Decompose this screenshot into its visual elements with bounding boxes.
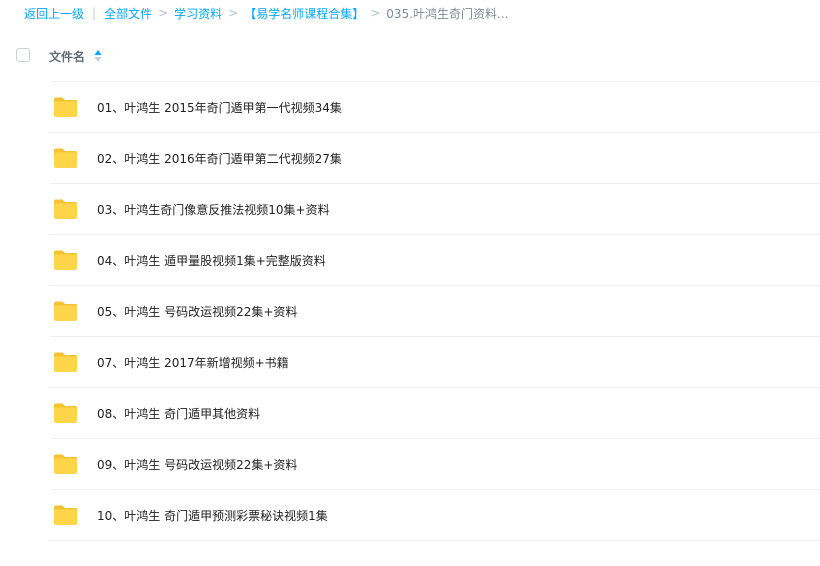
file-row[interactable]: 08、叶鸿生 奇门遁甲其他资料 xyxy=(0,388,820,439)
file-name[interactable]: 05、叶鸿生 号码改运视频22集+资料 xyxy=(97,303,297,320)
column-header-filename[interactable]: 文件名 xyxy=(49,48,85,65)
file-row[interactable]: 02、叶鸿生 2016年奇门遁甲第二代视频27集 xyxy=(0,133,820,184)
file-row[interactable]: 07、叶鸿生 2017年新增视频+书籍 xyxy=(0,337,820,388)
sort-icon[interactable] xyxy=(94,49,102,63)
folder-icon xyxy=(54,301,77,321)
file-name[interactable]: 01、叶鸿生 2015年奇门遁甲第一代视频34集 xyxy=(97,99,342,116)
chevron-right-icon: > xyxy=(370,6,381,20)
folder-icon xyxy=(54,454,77,474)
folder-icon xyxy=(54,403,77,423)
breadcrumb: 返回上一级 | 全部文件 > 学习资料 > 【易学名师课程合集】 > 035.叶… xyxy=(24,4,508,22)
file-row[interactable]: 04、叶鸿生 遁甲量股视频1集+完整版资料 xyxy=(0,235,820,286)
breadcrumb-item-collection[interactable]: 【易学名师课程合集】 xyxy=(244,5,364,22)
back-link[interactable]: 返回上一级 xyxy=(24,5,84,22)
breadcrumb-item-all-files[interactable]: 全部文件 xyxy=(104,5,152,22)
file-row[interactable]: 09、叶鸿生 号码改运视频22集+资料 xyxy=(0,439,820,490)
file-row[interactable]: 05、叶鸿生 号码改运视频22集+资料 xyxy=(0,286,820,337)
file-name[interactable]: 03、叶鸿生奇门像意反推法视频10集+资料 xyxy=(97,201,330,218)
select-all-checkbox[interactable] xyxy=(16,48,30,62)
folder-icon xyxy=(54,148,77,168)
folder-icon xyxy=(54,250,77,270)
file-name[interactable]: 02、叶鸿生 2016年奇门遁甲第二代视频27集 xyxy=(97,150,342,167)
folder-icon xyxy=(54,97,77,117)
file-name[interactable]: 10、叶鸿生 奇门遁甲预测彩票秘诀视频1集 xyxy=(97,507,328,524)
folder-icon xyxy=(54,199,77,219)
file-row[interactable]: 10、叶鸿生 奇门遁甲预测彩票秘诀视频1集 xyxy=(0,490,820,541)
chevron-right-icon: > xyxy=(158,6,169,20)
list-header: 文件名 xyxy=(0,38,820,74)
breadcrumb-current: 035.叶鸿生奇门资料... xyxy=(386,6,509,21)
file-name[interactable]: 09、叶鸿生 号码改运视频22集+资料 xyxy=(97,456,297,473)
folder-icon xyxy=(54,505,77,525)
file-list: 01、叶鸿生 2015年奇门遁甲第一代视频34集 02、叶鸿生 2016年奇门遁甲… xyxy=(0,82,820,541)
file-name[interactable]: 04、叶鸿生 遁甲量股视频1集+完整版资料 xyxy=(97,252,326,269)
file-name[interactable]: 07、叶鸿生 2017年新增视频+书籍 xyxy=(97,354,289,371)
file-row[interactable]: 01、叶鸿生 2015年奇门遁甲第一代视频34集 xyxy=(0,82,820,133)
file-row[interactable]: 03、叶鸿生奇门像意反推法视频10集+资料 xyxy=(0,184,820,235)
breadcrumb-item-study[interactable]: 学习资料 xyxy=(174,5,222,22)
file-name[interactable]: 08、叶鸿生 奇门遁甲其他资料 xyxy=(97,405,260,422)
chevron-right-icon: > xyxy=(228,6,239,20)
breadcrumb-divider: | xyxy=(92,6,97,20)
folder-icon xyxy=(54,352,77,372)
